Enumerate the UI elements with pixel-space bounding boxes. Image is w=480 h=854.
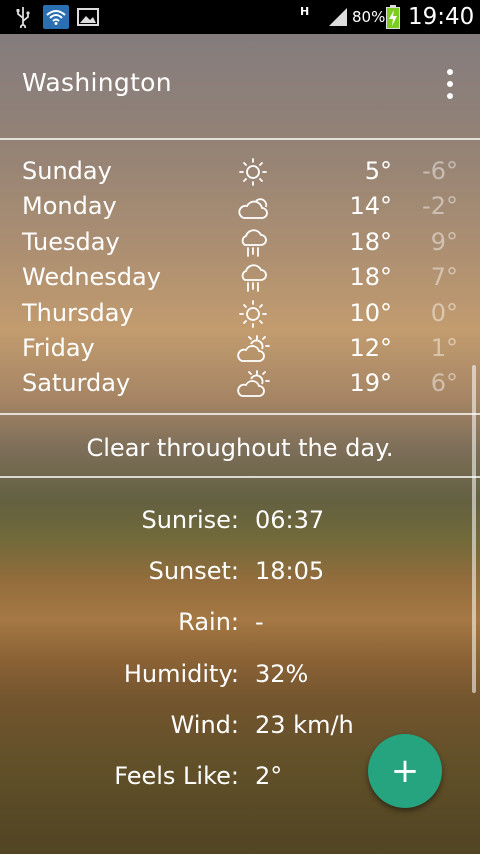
forecast-day: Wednesday <box>22 263 161 292</box>
status-bar: H 80% 19:40 <box>0 0 480 34</box>
menu-dot-icon <box>447 81 453 87</box>
divider <box>0 476 480 478</box>
overflow-menu-button[interactable] <box>438 69 462 99</box>
sun-icon <box>236 157 270 187</box>
forecast-low-temp: 7° <box>430 263 458 292</box>
detail-row: Sunset: 18:05 <box>0 549 480 600</box>
clock: 19:40 <box>408 4 475 30</box>
forecast-day: Monday <box>22 192 117 221</box>
rain-icon <box>236 263 270 293</box>
forecast-high-temp: 14° <box>349 192 392 221</box>
scrollbar[interactable] <box>472 365 476 693</box>
forecast-row: Monday 14° -2° <box>0 189 480 224</box>
forecast-high-temp: 18° <box>349 263 392 292</box>
detail-label: Rain: <box>178 608 239 637</box>
cloud-sun-icon <box>236 192 270 222</box>
forecast-high-temp: 18° <box>349 227 392 256</box>
detail-value: 23 km/h <box>255 710 354 739</box>
add-location-button[interactable]: + <box>368 734 442 808</box>
forecast-list: Sunday 5° -6° Monday 14° -2° Tuesday 18° 9° Wedne… <box>0 154 480 402</box>
divider <box>0 138 480 140</box>
detail-value: 2° <box>255 761 283 790</box>
detail-row: Humidity: 32% <box>0 652 480 703</box>
forecast-day: Thursday <box>22 298 134 327</box>
signal-icon <box>326 5 350 29</box>
detail-value: - <box>255 608 264 637</box>
forecast-row: Tuesday 18° 9° <box>0 225 480 260</box>
wifi-icon <box>43 5 69 29</box>
menu-dot-icon <box>447 93 453 99</box>
forecast-row: Saturday 19° 6° <box>0 366 480 401</box>
forecast-high-temp: 5° <box>364 157 392 185</box>
forecast-row: Thursday 10° 0° <box>0 296 480 331</box>
forecast-low-temp: 1° <box>430 333 458 362</box>
detail-label: Humidity: <box>123 659 239 688</box>
forecast-day: Sunday <box>22 157 112 185</box>
app-bar: Washington <box>0 34 480 139</box>
battery-charging-icon <box>385 5 401 29</box>
usb-icon <box>12 5 34 29</box>
weather-summary: Clear throughout the day. <box>86 434 394 462</box>
detail-label: Wind: <box>170 710 239 739</box>
forecast-row: Sunday 5° -6° <box>0 154 480 189</box>
forecast-high-temp: 19° <box>349 369 392 398</box>
battery-percent: 80% <box>352 8 386 26</box>
forecast-row: Friday 12° 1° <box>0 331 480 366</box>
detail-label: Sunset: <box>148 557 239 586</box>
forecast-day: Friday <box>22 333 95 362</box>
forecast-row: Wednesday 18° 7° <box>0 260 480 295</box>
forecast-low-temp: 9° <box>430 227 458 256</box>
city-title: Washington <box>22 68 172 97</box>
forecast-low-temp: 0° <box>430 298 458 327</box>
forecast-low-temp: -2° <box>422 192 458 221</box>
detail-value: 32% <box>255 659 309 688</box>
forecast-day: Tuesday <box>22 227 120 256</box>
image-notification-icon <box>76 5 100 29</box>
forecast-high-temp: 10° <box>349 298 392 327</box>
forecast-low-temp: 6° <box>430 369 458 398</box>
divider <box>0 413 480 415</box>
partly-cloudy-icon <box>236 334 270 364</box>
detail-value: 06:37 <box>255 506 325 534</box>
detail-label: Sunrise: <box>141 506 239 534</box>
sun-icon <box>236 299 270 329</box>
detail-row: Sunrise: 06:37 <box>0 498 480 549</box>
menu-dot-icon <box>447 69 453 75</box>
rain-icon <box>236 228 270 258</box>
network-type: H <box>300 5 310 18</box>
partly-cloudy-icon <box>236 369 270 399</box>
forecast-low-temp: -6° <box>422 157 458 185</box>
detail-row: Rain: - <box>0 600 480 651</box>
detail-value: 18:05 <box>255 557 325 586</box>
forecast-high-temp: 12° <box>349 333 392 362</box>
forecast-day: Saturday <box>22 369 131 398</box>
plus-icon: + <box>390 751 420 791</box>
detail-label: Feels Like: <box>114 761 239 790</box>
